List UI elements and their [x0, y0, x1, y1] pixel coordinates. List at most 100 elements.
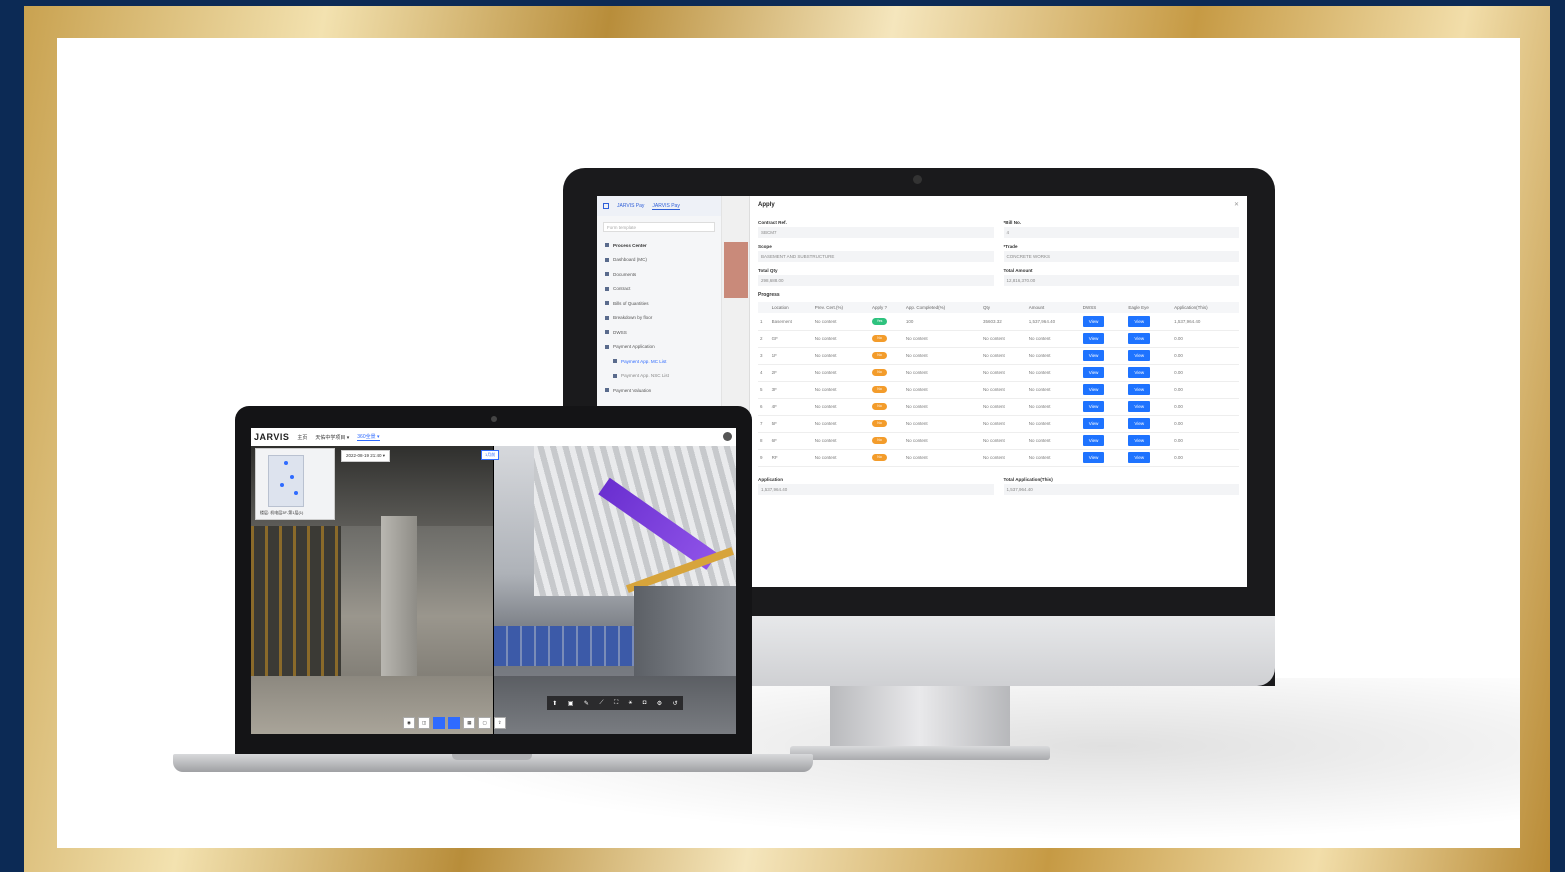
- eye-icon[interactable]: ◉: [403, 717, 415, 729]
- user-avatar-icon[interactable]: [723, 432, 732, 441]
- cell-completed: No content: [903, 347, 981, 365]
- apply-toggle[interactable]: No: [872, 386, 888, 393]
- apply-toggle[interactable]: No: [872, 352, 888, 359]
- apply-toggle[interactable]: No: [872, 369, 888, 376]
- dwss-view-button[interactable]: View: [1082, 333, 1105, 344]
- split-view-icon[interactable]: ◫: [417, 717, 431, 729]
- tab-360-view[interactable]: 360全景 ▾: [357, 433, 380, 441]
- form-title: Apply: [758, 202, 775, 208]
- eagle-eye-view-button[interactable]: View: [1128, 367, 1151, 378]
- time-label-chip: 1月前: [481, 450, 500, 460]
- sidebar-item[interactable]: DWSS: [597, 325, 721, 340]
- sidebar-item-label: DWSS: [613, 329, 627, 335]
- reset-icon[interactable]: ↺: [673, 700, 678, 707]
- settings-icon[interactable]: ⚙: [657, 700, 662, 707]
- layout-button[interactable]: [448, 717, 461, 729]
- close-icon[interactable]: ✕: [1234, 201, 1239, 208]
- ruler-icon[interactable]: ⟋: [599, 700, 603, 707]
- capture-date-select[interactable]: 2022-08-19 21:40 ▾: [341, 450, 391, 462]
- folder-icon: [605, 301, 609, 306]
- dwss-view-button[interactable]: View: [1082, 315, 1105, 327]
- dwss-view-button[interactable]: View: [1082, 435, 1105, 446]
- search-input[interactable]: Form template: [603, 222, 715, 232]
- cell-dwss: View: [1080, 432, 1127, 450]
- apply-toggle[interactable]: No: [872, 420, 888, 427]
- eagle-eye-view-button[interactable]: View: [1128, 315, 1151, 327]
- sidebar-item[interactable]: Dashboard (MC): [597, 253, 721, 268]
- dwss-view-button[interactable]: View: [1082, 384, 1105, 395]
- application-field: 1,537,964.40: [758, 483, 994, 495]
- cell-completed: 100: [903, 313, 981, 331]
- mode-button[interactable]: [433, 717, 446, 729]
- dwss-view-button[interactable]: View: [1082, 367, 1105, 378]
- dwss-view-button[interactable]: View: [1082, 452, 1105, 463]
- sidebar-item[interactable]: Breakdown by floor: [597, 311, 721, 326]
- sidebar-item[interactable]: Contract: [597, 282, 721, 297]
- cell-eagle: View: [1126, 381, 1173, 399]
- pin-icon[interactable]: ⬆: [552, 700, 557, 707]
- eagle-eye-view-button[interactable]: View: [1128, 384, 1151, 395]
- camera-icon[interactable]: ▣: [568, 700, 574, 707]
- sidebar-item[interactable]: Process Center: [597, 238, 721, 253]
- cell-location: 1F: [769, 347, 813, 365]
- cell-dwss: View: [1080, 364, 1127, 382]
- sidebar-item[interactable]: Bills of Quantities: [597, 296, 721, 311]
- apply-toggle[interactable]: No: [872, 454, 888, 461]
- tab-jarvis-pay-active[interactable]: JARVIS Pay: [652, 203, 680, 210]
- frame-icon[interactable]: ▢: [478, 717, 491, 729]
- area-icon[interactable]: ⛶: [614, 700, 618, 707]
- grid-icon[interactable]: ▦: [463, 717, 476, 729]
- tab-home[interactable]: 主页: [297, 434, 307, 441]
- panorama-bim-model[interactable]: [494, 446, 736, 734]
- sidebar-item-label: Bills of Quantities: [613, 300, 649, 306]
- cell-app: 0.00: [1172, 347, 1239, 365]
- map-point-icon[interactable]: [290, 475, 294, 479]
- contract-ref-field[interactable]: SBCM7: [758, 227, 994, 238]
- table-row: 4 2F No content No No content No content No co…: [758, 364, 1239, 382]
- floor-minimap[interactable]: 楼层: 机电层3F-第1层(1): [255, 448, 335, 520]
- eagle-eye-view-button[interactable]: View: [1128, 435, 1151, 446]
- laptop-screen: JARVIS 主页 天佑中学项目 ▾ 360全景 ▾ 楼层: 机电层3F-第1层…: [251, 428, 736, 734]
- lock-icon[interactable]: ◘: [643, 700, 647, 706]
- trade-select[interactable]: CONCRETE WORKS: [1003, 251, 1239, 262]
- apply-toggle[interactable]: No: [872, 335, 888, 342]
- map-point-icon[interactable]: [294, 491, 298, 495]
- table-row: 6 4F No content No No content No content No co…: [758, 398, 1239, 416]
- apps-grid-icon[interactable]: [603, 203, 609, 209]
- scope-field[interactable]: BASEMENT AND SUBSTRUCTURE: [758, 251, 994, 262]
- apply-toggle[interactable]: No: [872, 437, 888, 444]
- bill-no-select[interactable]: 4: [1003, 227, 1239, 238]
- cell-qty: No content: [980, 364, 1027, 382]
- eagle-eye-view-button[interactable]: View: [1128, 418, 1151, 429]
- apply-toggle[interactable]: Yes: [872, 317, 888, 325]
- cell-eagle: View: [1126, 313, 1173, 331]
- sidebar-item[interactable]: Payment Valuation: [597, 383, 721, 398]
- cell-completed: No content: [903, 415, 981, 433]
- map-point-icon[interactable]: [284, 461, 288, 465]
- sidebar-item-label: Documents: [613, 271, 637, 277]
- network-icon[interactable]: ⚹: [629, 700, 633, 707]
- eagle-eye-view-button[interactable]: View: [1128, 350, 1151, 361]
- eagle-eye-view-button[interactable]: View: [1128, 333, 1151, 344]
- sidebar-item[interactable]: Documents: [597, 267, 721, 282]
- map-point-icon[interactable]: [280, 483, 284, 487]
- eagle-eye-view-button[interactable]: View: [1128, 452, 1151, 463]
- eagle-eye-view-button[interactable]: View: [1128, 401, 1151, 412]
- export-icon[interactable]: ⇪: [493, 717, 506, 729]
- dwss-view-button[interactable]: View: [1082, 350, 1105, 361]
- cell-amount: No content: [1026, 432, 1081, 450]
- cell-prev: No content: [812, 432, 871, 450]
- sidebar-item[interactable]: Payment Application: [597, 340, 721, 355]
- sidebar-item[interactable]: Payment App. NSC List: [597, 369, 721, 384]
- dwss-view-button[interactable]: View: [1082, 401, 1105, 412]
- tab-jarvis-pay[interactable]: JARVIS Pay: [617, 203, 644, 209]
- dwss-view-button[interactable]: View: [1082, 418, 1105, 429]
- project-select[interactable]: 天佑中学项目 ▾: [315, 434, 349, 441]
- pen-icon[interactable]: ✎: [584, 700, 589, 707]
- sidebar-item[interactable]: Payment App. MC List: [597, 354, 721, 369]
- sidebar-item-label: Payment Application: [613, 344, 655, 350]
- sidebar-item-label: Breakdown by floor: [613, 315, 653, 321]
- cell-dwss: View: [1080, 381, 1127, 399]
- cell-qty: No content: [980, 330, 1027, 348]
- apply-toggle[interactable]: No: [872, 403, 888, 410]
